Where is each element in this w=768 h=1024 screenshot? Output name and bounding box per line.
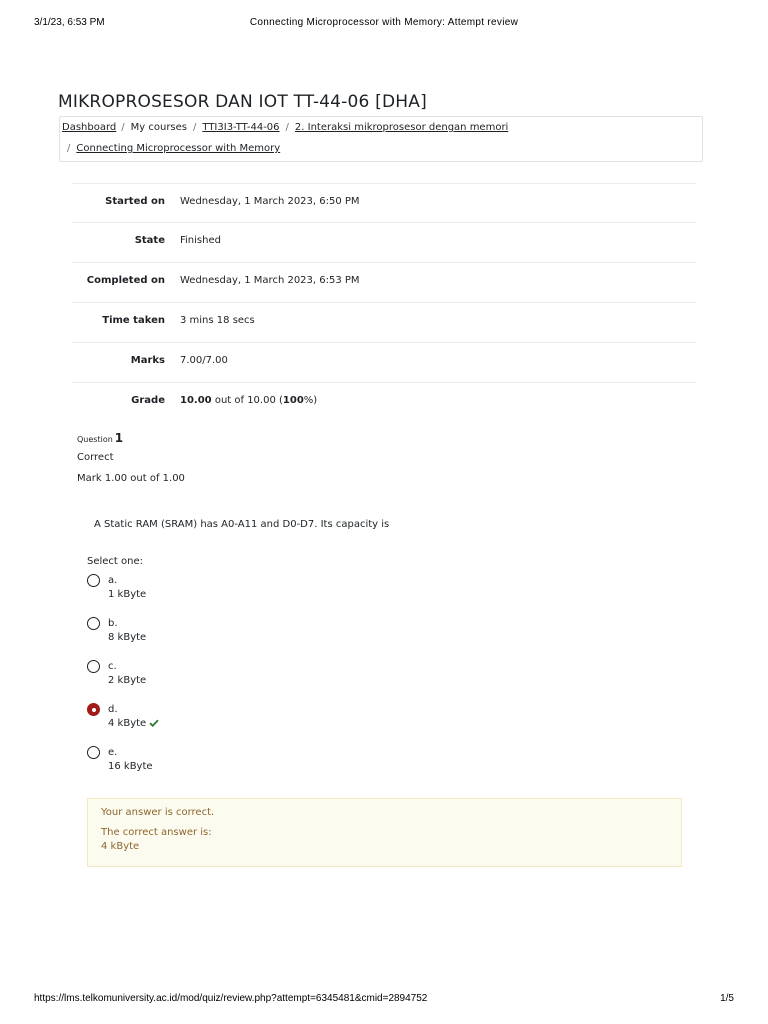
marks-label: Marks <box>130 355 165 366</box>
completed-value: Wednesday, 1 March 2023, 6:53 PM <box>180 275 360 286</box>
answer-option-b[interactable]: b. 8 kByte <box>87 617 287 651</box>
radio-button[interactable] <box>87 660 100 673</box>
answer-option-e[interactable]: e. 16 kByte <box>87 746 287 780</box>
grade-value: 10.00 out of 10.00 (100%) <box>180 395 317 406</box>
summary-row-completed: Completed on Wednesday, 1 March 2023, 6:… <box>72 263 696 303</box>
grade-end: %) <box>303 395 318 406</box>
correct-answer-value: 4 kByte <box>101 841 140 852</box>
radio-button[interactable] <box>87 617 100 630</box>
radio-button[interactable] <box>87 574 100 587</box>
grade-percent: 100 <box>282 395 304 406</box>
breadcrumb-separator: / <box>121 122 125 133</box>
state-value: Finished <box>180 235 221 246</box>
question-label: Question <box>77 435 113 444</box>
answer-option-d[interactable]: d. 4 kByte <box>87 703 287 737</box>
feedback-result: Your answer is correct. <box>101 807 215 818</box>
breadcrumb: Dashboard / My courses / TTI3I3-TT-44-06 / 2. … <box>59 116 703 162</box>
time-taken-value: 3 mins 18 secs <box>180 315 255 326</box>
option-text: 16 kByte <box>108 761 153 772</box>
grade-score: 10.00 <box>180 395 212 406</box>
option-text: 2 kByte <box>108 675 147 686</box>
question-grade: Mark 1.00 out of 1.00 <box>77 473 185 484</box>
print-page-number: 1/5 <box>720 993 734 1004</box>
breadcrumb-separator: / <box>67 143 71 154</box>
summary-row-grade: Grade 10.00 out of 10.00 (100%) <box>72 383 696 423</box>
completed-label: Completed on <box>86 275 165 286</box>
breadcrumb-course[interactable]: TTI3I3-TT-44-06 <box>202 122 279 133</box>
correct-answer-label: The correct answer is: <box>101 827 212 838</box>
question-text: A Static RAM (SRAM) has A0-A11 and D0-D7… <box>94 519 390 530</box>
course-title: MIKROPROSESOR DAN IOT TT-44-06 [DHA] <box>58 92 427 112</box>
breadcrumb-separator: / <box>193 122 197 133</box>
feedback-box: Your answer is correct. The correct answ… <box>87 798 682 867</box>
print-page-title: Connecting Microprocessor with Memory: A… <box>249 17 519 28</box>
option-letter: b. <box>108 618 118 629</box>
breadcrumb-dashboard[interactable]: Dashboard <box>62 122 116 133</box>
summary-row-state: State Finished <box>72 223 696 263</box>
breadcrumb-section[interactable]: 2. Interaksi mikroprosesor dengan memori <box>295 122 508 133</box>
radio-button[interactable] <box>87 746 100 759</box>
print-header: 3/1/23, 6:53 PM Connecting Microprocesso… <box>0 17 768 31</box>
question-state: Correct <box>77 452 114 463</box>
summary-row-time: Time taken 3 mins 18 secs <box>72 303 696 343</box>
option-letter: d. <box>108 704 118 715</box>
option-text: 4 kByte <box>108 718 147 729</box>
started-value: Wednesday, 1 March 2023, 6:50 PM <box>180 196 360 207</box>
option-text-wrap: 4 kByte <box>108 718 159 729</box>
summary-row-marks: Marks 7.00/7.00 <box>72 343 696 383</box>
question-label-wrap: Question 1 <box>77 431 123 445</box>
option-letter: c. <box>108 661 117 672</box>
select-one-prompt: Select one: <box>87 556 144 567</box>
print-url: https://lms.telkomuniversity.ac.id/mod/q… <box>34 993 428 1004</box>
time-taken-label: Time taken <box>102 315 165 326</box>
state-label: State <box>134 235 165 246</box>
option-letter: e. <box>108 747 118 758</box>
summary-row-started: Started on Wednesday, 1 March 2023, 6:50… <box>72 184 696 223</box>
answer-option-a[interactable]: a. 1 kByte <box>87 574 287 608</box>
breadcrumb-row: / Connecting Microprocessor with Memory <box>62 143 280 157</box>
grade-label: Grade <box>131 395 165 406</box>
grade-out-of: out of 10.00 ( <box>211 395 283 406</box>
breadcrumb-quiz[interactable]: Connecting Microprocessor with Memory <box>76 143 280 154</box>
option-text: 1 kByte <box>108 589 147 600</box>
breadcrumb-my-courses[interactable]: My courses <box>131 122 187 133</box>
answer-option-c[interactable]: c. 2 kByte <box>87 660 287 694</box>
option-text: 8 kByte <box>108 632 147 643</box>
check-icon <box>149 719 159 727</box>
attempt-summary-table: Started on Wednesday, 1 March 2023, 6:50… <box>72 183 696 423</box>
marks-value: 7.00/7.00 <box>180 355 228 366</box>
started-label: Started on <box>105 196 165 207</box>
question-number-value: 1 <box>114 431 124 445</box>
print-footer: https://lms.telkomuniversity.ac.id/mod/q… <box>0 993 768 1007</box>
option-letter: a. <box>108 575 118 586</box>
question-number: Question 1 <box>77 431 123 445</box>
radio-button-selected[interactable] <box>87 703 100 716</box>
breadcrumb-separator: / <box>285 122 289 133</box>
breadcrumb-row: Dashboard / My courses / TTI3I3-TT-44-06 / 2. … <box>62 122 508 136</box>
